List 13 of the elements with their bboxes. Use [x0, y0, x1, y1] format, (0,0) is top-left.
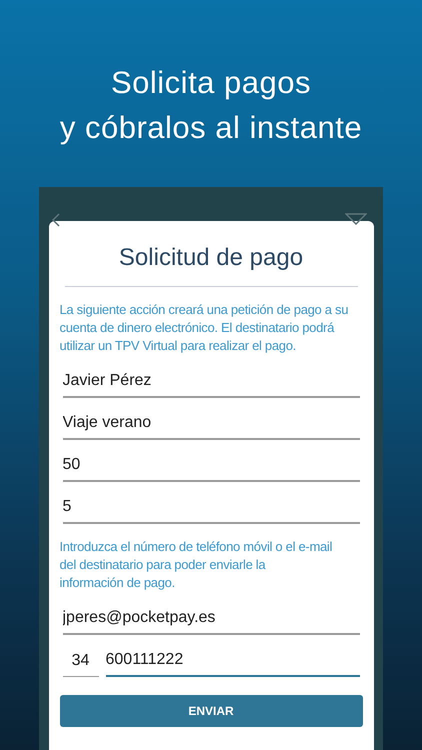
intro-text: La siguiente acción creará una petición de pago a su cuenta de dinero electrónico. El destinatario podrá utilizar un TPV Virtual para realizar el pago.: [60, 301, 350, 355]
contact-hint: Introduzca el número de teléfono móvil o el e-mail del destinatario para poder enviarle la información de pago.: [60, 538, 334, 592]
send-button[interactable]: ENVIAR: [60, 695, 362, 727]
dialog-title: Solicitud de pago: [64, 221, 358, 287]
input-field[interactable]: 50: [62, 451, 360, 482]
input-field[interactable]: Javier Pérez: [62, 367, 360, 398]
input-field[interactable]: 600111222: [106, 646, 360, 677]
input-field[interactable]: 5: [62, 493, 360, 524]
filter-icon: [345, 213, 367, 225]
headline: Solicita pagos: [110, 64, 311, 102]
input-field[interactable]: 34: [62, 646, 98, 677]
headline: y cóbralos al instante: [60, 109, 362, 147]
input-field[interactable]: Viaje verano: [62, 409, 360, 440]
